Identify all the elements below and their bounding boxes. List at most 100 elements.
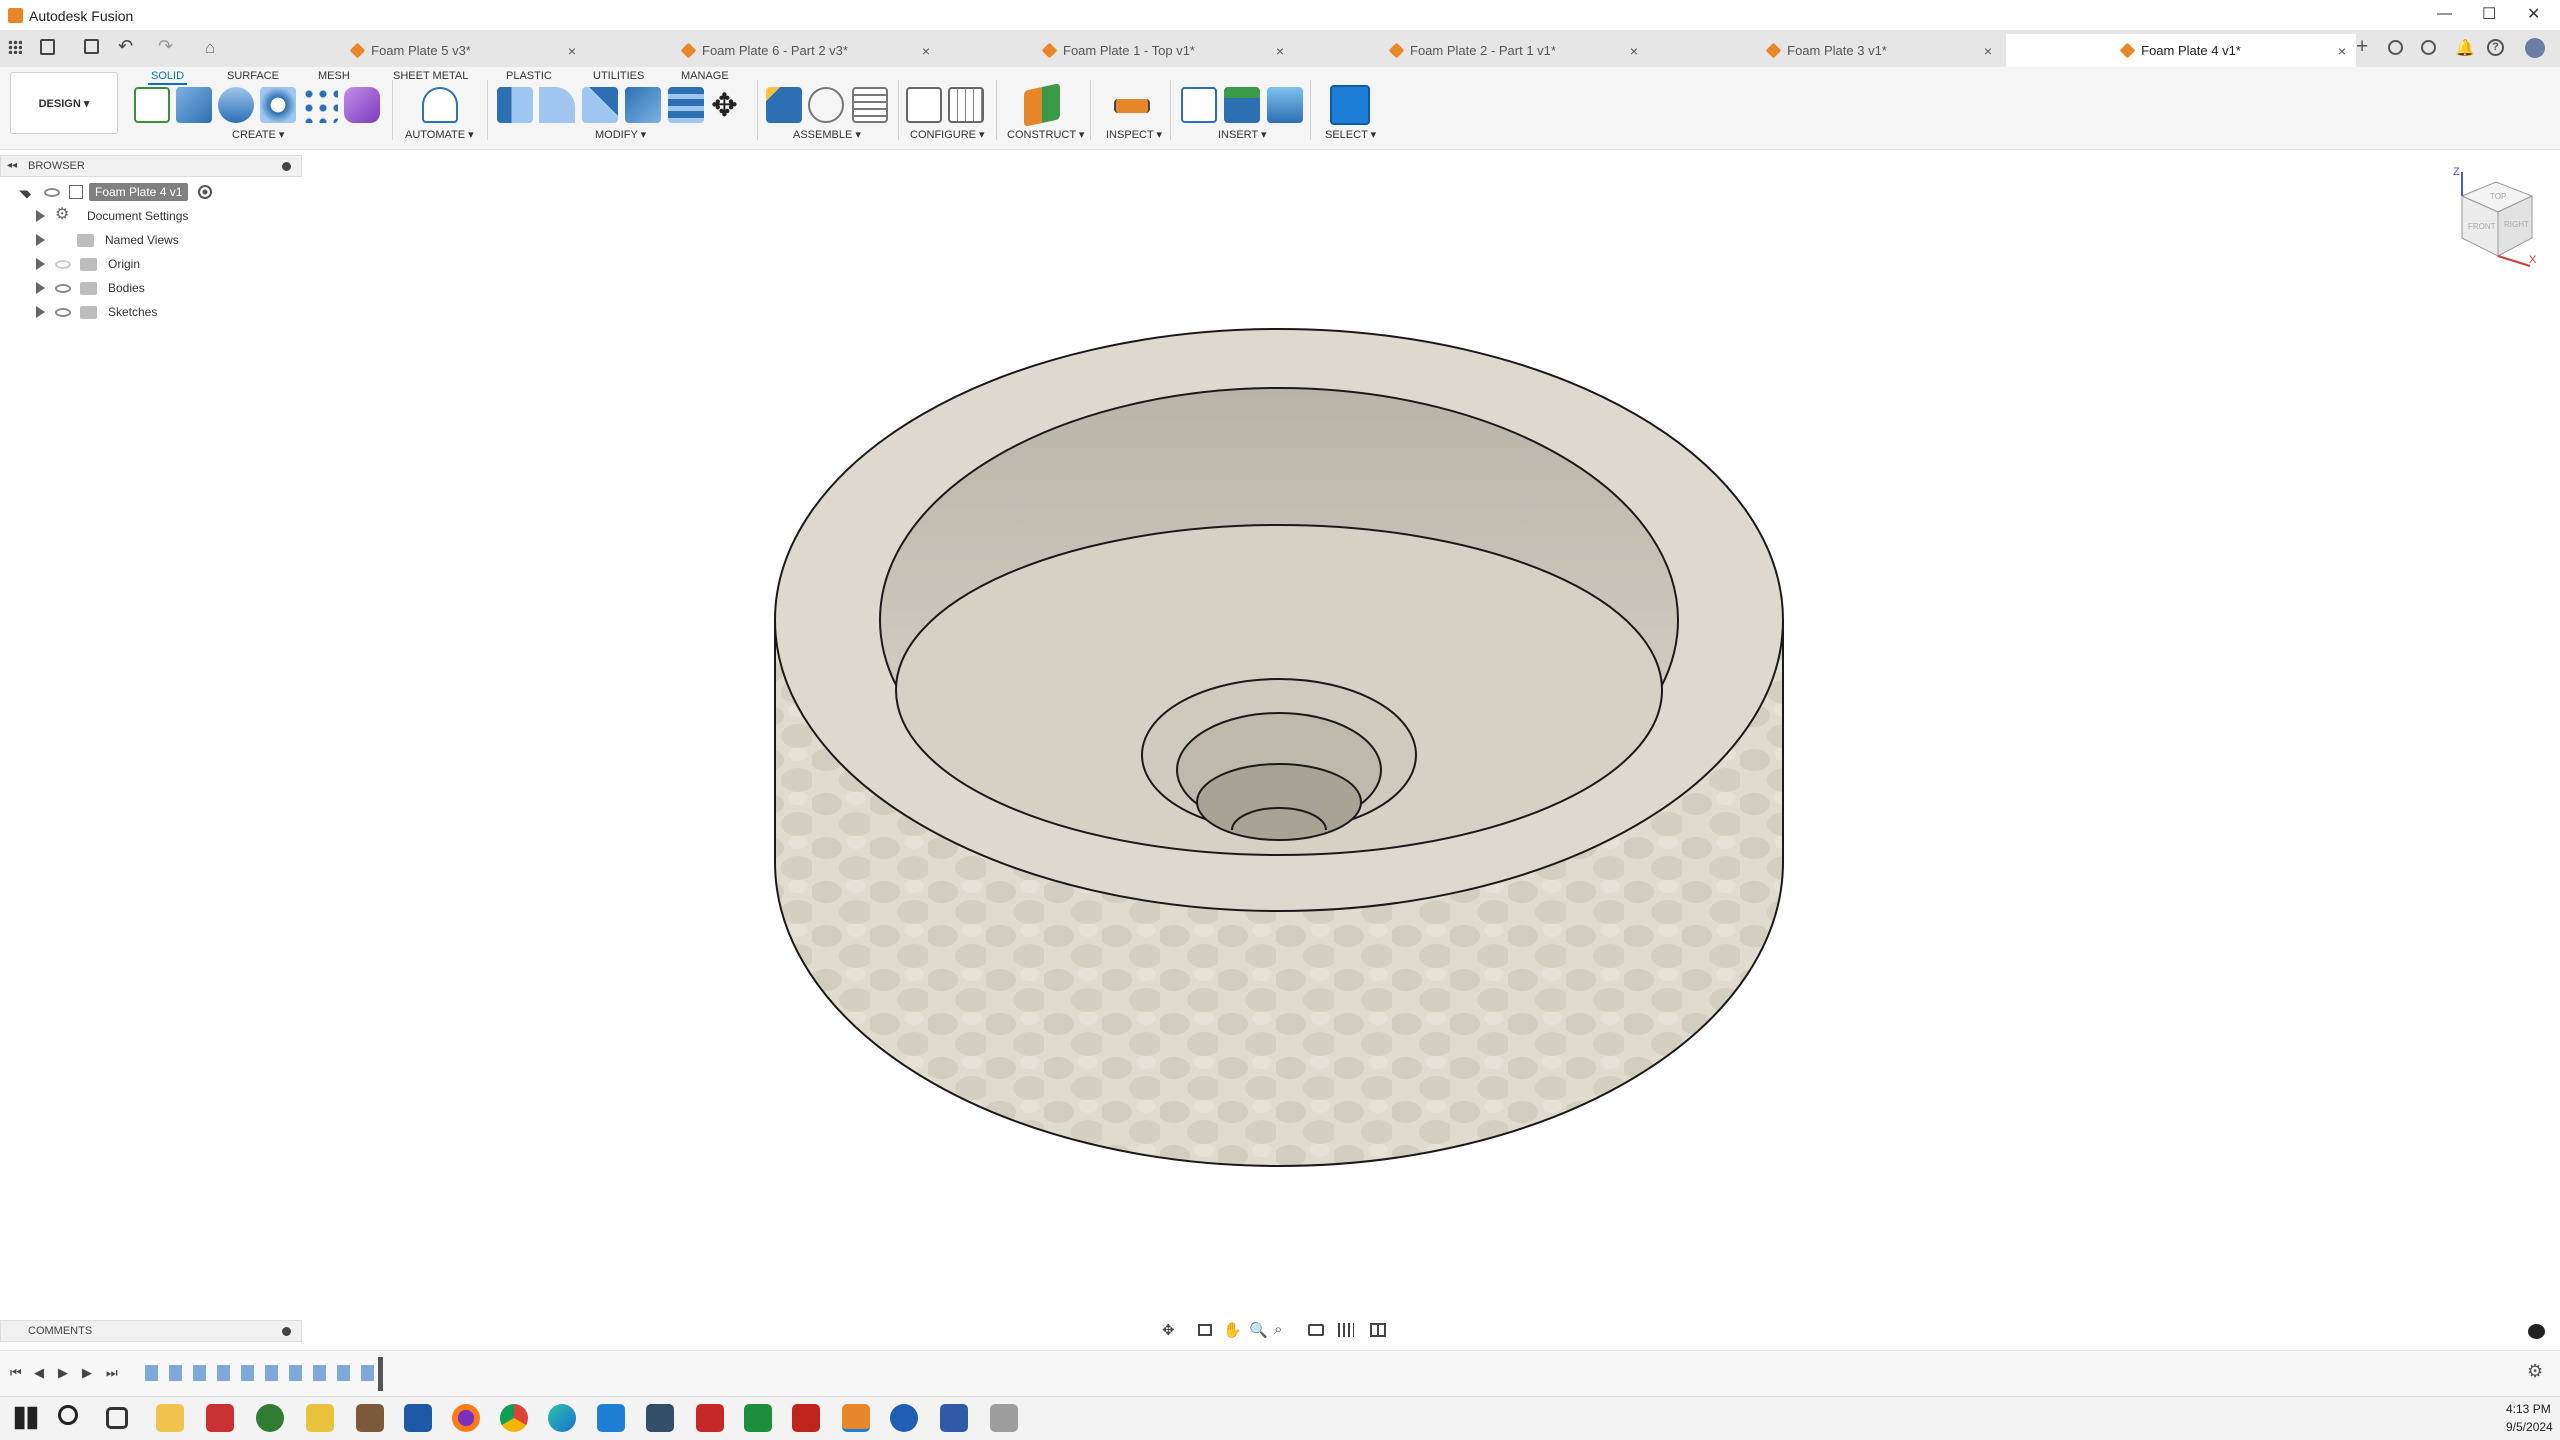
viewcube-face-right[interactable]: RIGHT xyxy=(2504,220,2529,229)
root-component-label[interactable]: Foam Plate 4 v1 xyxy=(89,183,189,201)
notifications-icon[interactable]: 🔔 xyxy=(2455,38,2475,58)
create-sketch-icon[interactable] xyxy=(134,87,170,123)
app-icon[interactable] xyxy=(890,1404,918,1432)
sheets-icon[interactable] xyxy=(744,1404,772,1432)
tab-foam-plate-2[interactable]: Foam Plate 2 - Part 1 v1* × xyxy=(1298,34,1648,67)
vscode-icon[interactable] xyxy=(597,1404,625,1432)
tree-item-document-settings[interactable]: ⚙ Document Settings xyxy=(36,205,188,227)
help-icon[interactable]: ? xyxy=(2487,39,2504,56)
close-tab-icon[interactable]: × xyxy=(1984,43,1992,59)
search-icon[interactable] xyxy=(58,1405,78,1425)
new-tab-icon[interactable]: + xyxy=(2356,35,2368,59)
timeline-marker[interactable] xyxy=(378,1357,383,1391)
measure-icon[interactable] xyxy=(1114,99,1150,113)
calculator-icon[interactable] xyxy=(940,1404,968,1432)
automate-group-label[interactable]: AUTOMATE ▾ xyxy=(405,128,474,141)
tab-surface[interactable]: SURFACE xyxy=(227,70,279,82)
visibility-eye-icon[interactable] xyxy=(55,259,71,269)
tab-foam-plate-3[interactable]: Foam Plate 3 v1* × xyxy=(1652,34,2002,67)
app-icon[interactable] xyxy=(356,1404,384,1432)
viewports-icon[interactable] xyxy=(1370,1323,1386,1337)
comments-options-icon[interactable] xyxy=(282,1327,291,1336)
revolve-icon[interactable] xyxy=(218,87,254,123)
expand-triangle-icon[interactable] xyxy=(36,234,45,246)
go-to-start-icon[interactable]: ⏮ xyxy=(10,1365,22,1381)
app-icon[interactable] xyxy=(256,1404,284,1432)
edge-icon[interactable] xyxy=(548,1404,576,1432)
tab-mesh[interactable]: MESH xyxy=(318,70,350,82)
tree-item-origin[interactable]: Origin xyxy=(36,253,140,275)
task-view-icon[interactable] xyxy=(106,1407,128,1429)
fusion-taskbar-icon[interactable] xyxy=(842,1404,870,1432)
viewport-model[interactable] xyxy=(760,320,1800,1180)
chamfer-icon[interactable] xyxy=(582,87,618,123)
go-to-end-icon[interactable]: ⏭ xyxy=(106,1365,118,1381)
redo-icon[interactable]: ↷ xyxy=(158,36,173,57)
activate-radio-icon[interactable] xyxy=(198,185,213,199)
expand-triangle-icon[interactable] xyxy=(36,282,45,294)
visibility-eye-icon[interactable] xyxy=(55,283,71,293)
offset-plane-icon[interactable] xyxy=(1024,83,1060,127)
press-pull-icon[interactable] xyxy=(497,87,533,123)
pattern-icon[interactable] xyxy=(302,87,338,123)
new-component-icon[interactable] xyxy=(766,87,802,123)
tree-root[interactable]: Foam Plate 4 v1 xyxy=(18,181,213,203)
notepad-icon[interactable] xyxy=(306,1404,334,1432)
acrobat-icon[interactable] xyxy=(792,1404,820,1432)
close-tab-icon[interactable]: × xyxy=(1630,43,1638,59)
workspace-switcher[interactable]: DESIGN ▾ xyxy=(10,72,118,134)
expand-triangle-icon[interactable] xyxy=(36,258,45,270)
app-grid-icon[interactable] xyxy=(8,40,22,54)
expand-triangle-icon[interactable] xyxy=(36,306,45,318)
insert-group-label[interactable]: INSERT ▾ xyxy=(1218,128,1267,141)
fillet-icon[interactable] xyxy=(539,87,575,123)
close-tab-icon[interactable]: × xyxy=(1276,43,1284,59)
insert-derive-icon[interactable] xyxy=(1181,87,1217,123)
tree-item-bodies[interactable]: Bodies xyxy=(36,277,145,299)
chrome-icon[interactable] xyxy=(500,1404,528,1432)
tab-manage[interactable]: MANAGE xyxy=(681,70,729,82)
pan-icon[interactable]: ✋ xyxy=(1223,1321,1242,1339)
extensions-icon[interactable] xyxy=(2421,40,2436,55)
virtualbox-icon[interactable] xyxy=(404,1404,432,1432)
combine-icon[interactable] xyxy=(668,87,704,123)
look-at-icon[interactable] xyxy=(1198,1324,1212,1336)
tree-item-named-views[interactable]: Named Views xyxy=(36,229,179,251)
form-icon[interactable] xyxy=(344,87,380,123)
file-explorer-icon[interactable] xyxy=(156,1404,184,1432)
configure-icon[interactable] xyxy=(906,87,942,123)
firefox-icon[interactable] xyxy=(452,1404,480,1432)
tab-foam-plate-1[interactable]: Foam Plate 1 - Top v1* × xyxy=(944,34,1294,67)
chat-icon[interactable] xyxy=(2528,1324,2545,1339)
hole-icon[interactable] xyxy=(260,87,296,123)
insert-mesh-icon[interactable] xyxy=(1224,87,1260,123)
inspect-group-label[interactable]: INSPECT ▾ xyxy=(1106,128,1162,141)
close-tab-icon[interactable]: × xyxy=(922,43,930,59)
grid-settings-icon[interactable] xyxy=(1338,1323,1354,1337)
step-back-icon[interactable]: ◀ xyxy=(34,1365,44,1381)
create-group-label[interactable]: CREATE ▾ xyxy=(232,128,284,141)
zoom-icon[interactable]: 🔍 xyxy=(1249,1321,1268,1339)
tab-sheet-metal[interactable]: SHEET METAL xyxy=(393,70,468,82)
minimize-button[interactable]: — xyxy=(2437,5,2452,22)
home-icon[interactable]: ⌂ xyxy=(205,38,215,58)
shell-icon[interactable] xyxy=(625,87,661,123)
viewcube[interactable]: TOP FRONT RIGHT Z X xyxy=(2440,166,2540,268)
job-status-icon[interactable] xyxy=(2388,40,2403,55)
tab-foam-plate-4[interactable]: Foam Plate 4 v1* × xyxy=(2006,34,2356,67)
step-forward-icon[interactable]: ▶ xyxy=(82,1365,92,1381)
display-settings-icon[interactable] xyxy=(1308,1324,1324,1336)
timeline-settings-icon[interactable]: ⚙ xyxy=(2527,1361,2543,1382)
undo-icon[interactable]: ↶ xyxy=(118,36,133,57)
collapse-browser-icon[interactable]: ◂◂ xyxy=(7,160,17,171)
timeline-features[interactable] xyxy=(145,1365,375,1381)
viewcube-face-top[interactable]: TOP xyxy=(2490,192,2506,201)
tab-foam-plate-6[interactable]: Foam Plate 6 - Part 2 v3* × xyxy=(590,34,940,67)
extrude-icon[interactable] xyxy=(176,87,212,123)
tab-utilities[interactable]: UTILITIES xyxy=(593,70,644,82)
orbit-icon[interactable]: ✥ xyxy=(1162,1321,1175,1339)
tab-foam-plate-5[interactable]: Foam Plate 5 v3* × xyxy=(236,34,586,67)
filezilla-icon[interactable] xyxy=(696,1404,724,1432)
collapse-triangle-icon[interactable] xyxy=(19,186,31,198)
joint-icon[interactable] xyxy=(808,87,844,123)
